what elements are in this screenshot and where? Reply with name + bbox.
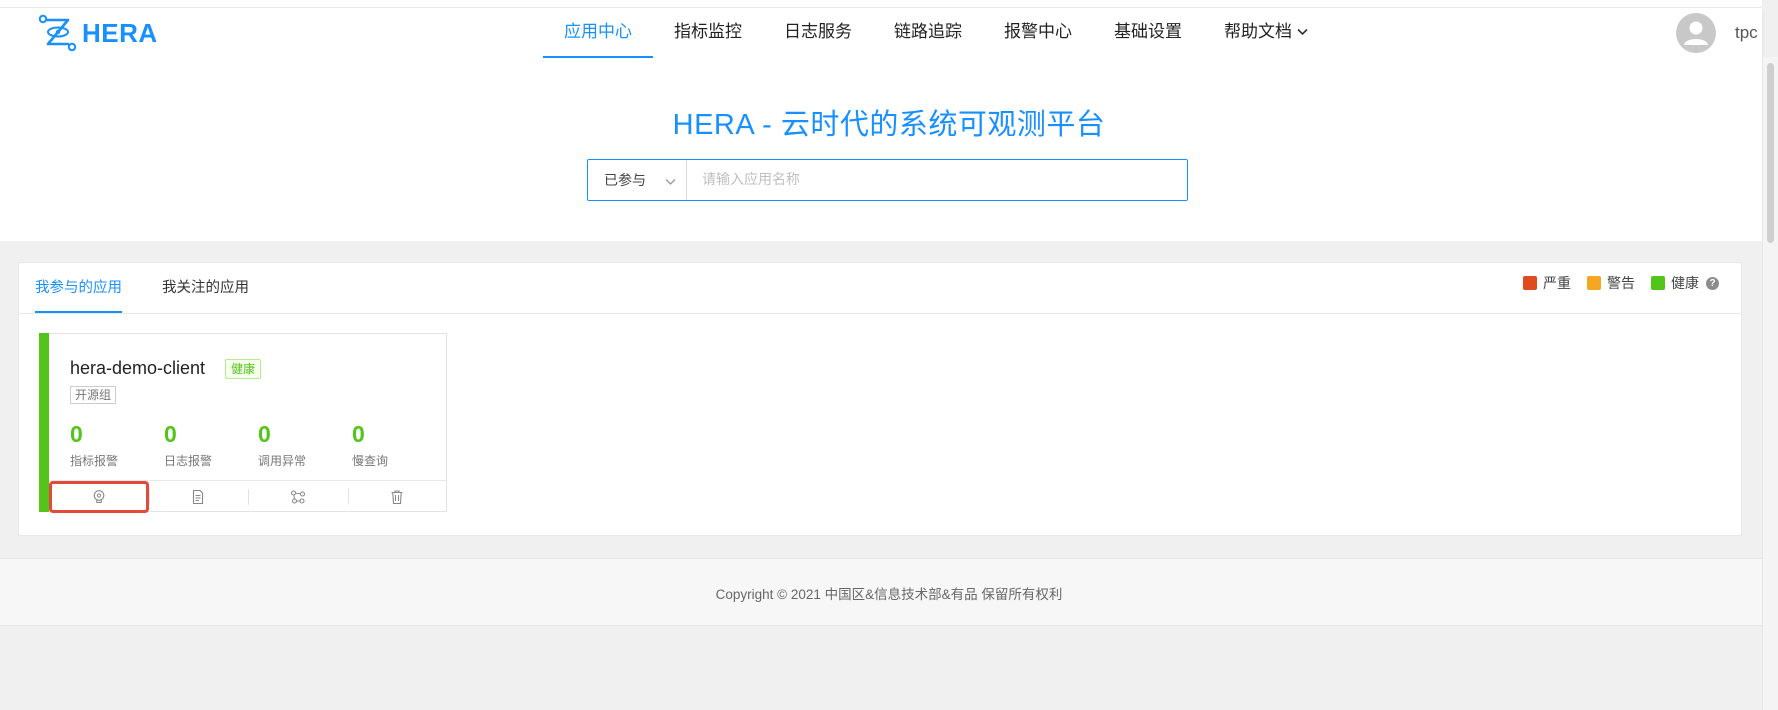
metric-label: 慢查询 bbox=[352, 454, 389, 468]
legend-swatch bbox=[1587, 276, 1601, 290]
nav-item-metrics[interactable]: 指标监控 bbox=[653, 8, 763, 58]
alarm-bulb-icon bbox=[93, 490, 105, 504]
help-question-icon[interactable]: ? bbox=[1706, 276, 1719, 290]
hero-section: HERA - 云时代的系统可观测平台 已参与 bbox=[0, 58, 1762, 241]
metric-log-alarms[interactable]: 0 日志报警 bbox=[164, 420, 212, 469]
nav-item-label: 日志服务 bbox=[784, 22, 852, 41]
app-search-box: 已参与 bbox=[587, 159, 1188, 201]
legend-label: 严重 bbox=[1543, 275, 1571, 291]
metric-metric-alarms[interactable]: 0 指标报警 bbox=[70, 420, 118, 469]
metric-label: 指标报警 bbox=[70, 454, 119, 468]
nav-item-alarm-center[interactable]: 报警中心 bbox=[983, 8, 1093, 58]
legend-swatch bbox=[1651, 276, 1665, 290]
status-badge: 健康 bbox=[225, 359, 262, 379]
top-header: HERA 应用中心 指标监控 日志服务 链路追踪 报警中心 基础设置 帮助文档 … bbox=[0, 7, 1762, 59]
trace-action-button[interactable] bbox=[248, 481, 348, 513]
app-name-link[interactable]: hera-demo-client bbox=[70, 358, 205, 379]
metric-value: 0 bbox=[352, 421, 365, 447]
app-card-actions bbox=[49, 480, 447, 513]
copyright-text: Copyright © 2021 中国区&信息技术部&有品 保留所有权利 bbox=[715, 587, 1063, 602]
page-title: HERA - 云时代的系统可观测平台 bbox=[672, 109, 1106, 141]
metric-call-exceptions[interactable]: 0 调用异常 bbox=[258, 420, 306, 469]
user-avatar-icon bbox=[1684, 21, 1708, 45]
page-footer: Copyright © 2021 中国区&信息技术部&有品 保留所有权利 bbox=[0, 558, 1762, 626]
username[interactable]: tpc bbox=[1735, 23, 1758, 43]
nav-item-label: 基础设置 bbox=[1114, 22, 1182, 41]
chevron-down-icon bbox=[665, 173, 676, 189]
participation-filter-select[interactable]: 已参与 bbox=[588, 160, 687, 200]
app-card: hera-demo-client 健康 开源组 0 指标报警 0 日志报警 0 … bbox=[39, 333, 447, 513]
metric-label: 调用异常 bbox=[258, 454, 307, 468]
tab-my-followed-apps[interactable]: 我关注的应用 bbox=[162, 263, 249, 313]
tab-my-participated-apps[interactable]: 我参与的应用 bbox=[35, 263, 122, 313]
brand-name: HERA bbox=[82, 17, 158, 48]
status-indicator-bar bbox=[39, 333, 49, 512]
document-icon bbox=[193, 489, 204, 505]
nav-item-label: 应用中心 bbox=[564, 22, 632, 41]
trash-icon bbox=[391, 490, 403, 505]
status-legend: 严重 警告 健康 ? bbox=[1507, 273, 1719, 293]
apps-panel: 我参与的应用 我关注的应用 严重 警告 健康 ? hera-demo-clien… bbox=[18, 262, 1742, 536]
legend-item-healthy: 健康 bbox=[1651, 273, 1699, 293]
metric-value: 0 bbox=[70, 421, 83, 447]
metric-alarm-action-button[interactable] bbox=[49, 481, 149, 513]
app-name-search-input[interactable] bbox=[687, 160, 1187, 198]
legend-swatch bbox=[1523, 276, 1537, 290]
legend-item-warning: 警告 bbox=[1587, 273, 1635, 293]
group-tag: 开源组 bbox=[70, 386, 117, 404]
metric-label: 日志报警 bbox=[164, 454, 213, 468]
brand-logo[interactable]: HERA bbox=[38, 14, 158, 52]
nav-item-label: 帮助文档 bbox=[1224, 22, 1292, 41]
nav-item-tracing[interactable]: 链路追踪 bbox=[873, 8, 983, 58]
trace-icon bbox=[290, 490, 305, 504]
legend-item-critical: 严重 bbox=[1523, 273, 1571, 293]
nav-item-label: 报警中心 bbox=[1004, 22, 1072, 41]
delete-app-button[interactable] bbox=[347, 481, 448, 513]
chevron-down-icon bbox=[1297, 8, 1308, 56]
log-action-button[interactable] bbox=[148, 481, 249, 513]
nav-item-app-center[interactable]: 应用中心 bbox=[543, 8, 653, 58]
metric-value: 0 bbox=[164, 421, 177, 447]
nav-item-logs[interactable]: 日志服务 bbox=[763, 8, 873, 58]
user-avatar[interactable] bbox=[1676, 13, 1716, 53]
metric-slow-queries[interactable]: 0 慢查询 bbox=[352, 420, 388, 469]
main-nav: 应用中心 指标监控 日志服务 链路追踪 报警中心 基础设置 帮助文档 bbox=[543, 8, 1329, 58]
top-strip bbox=[0, 0, 1762, 7]
metric-value: 0 bbox=[258, 421, 271, 447]
scrollbar-thumb[interactable] bbox=[1767, 63, 1774, 243]
nav-item-help-docs[interactable]: 帮助文档 bbox=[1203, 8, 1329, 58]
apps-tabs: 我参与的应用 我关注的应用 bbox=[35, 263, 289, 313]
hera-logo-icon bbox=[38, 14, 77, 52]
nav-item-settings[interactable]: 基础设置 bbox=[1093, 8, 1203, 58]
nav-item-label: 链路追踪 bbox=[894, 22, 962, 41]
legend-label: 警告 bbox=[1607, 275, 1635, 291]
page-scrollbar[interactable] bbox=[1762, 57, 1778, 710]
nav-item-label: 指标监控 bbox=[674, 22, 742, 41]
filter-selected-value: 已参与 bbox=[604, 172, 646, 188]
legend-label: 健康 bbox=[1671, 275, 1699, 291]
tabs-divider bbox=[19, 313, 1741, 314]
